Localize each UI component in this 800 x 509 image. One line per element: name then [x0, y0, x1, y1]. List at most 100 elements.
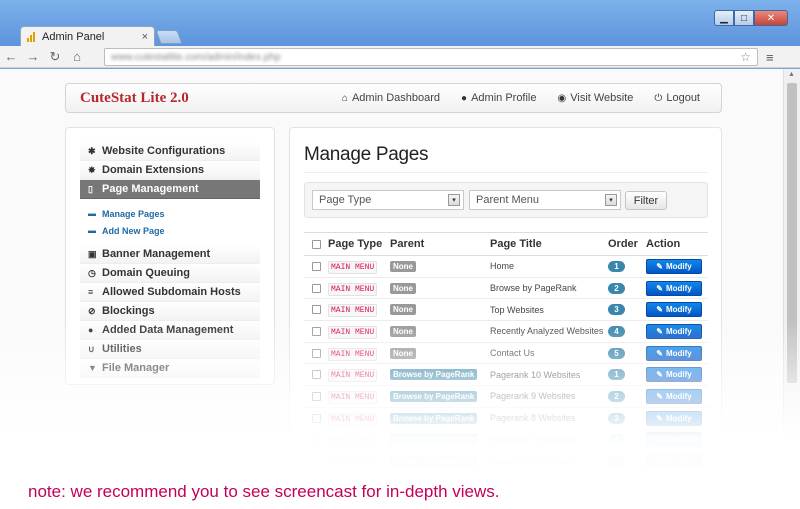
header-order[interactable]: Order [608, 238, 646, 250]
row-checkbox[interactable] [311, 305, 321, 315]
order-badge: 3 [608, 304, 625, 316]
tab-close-icon[interactable]: × [142, 31, 148, 43]
home-icon[interactable]: ⌂ [66, 49, 88, 64]
sidebar-item-added-data-management[interactable]: ● Added Data Management [80, 321, 260, 340]
forward-icon[interactable]: → [22, 49, 44, 64]
sidebar-item-file-manager[interactable]: ▼ File Manager [80, 359, 260, 378]
order-badge: 2 [608, 282, 625, 294]
sidebar-item-blockings[interactable]: ⊘ Blockings [80, 302, 260, 321]
edit-icon: ✎ [656, 283, 663, 293]
scroll-down-icon[interactable]: ▼ [788, 497, 795, 504]
modify-button[interactable]: ✎ Modify [646, 432, 702, 448]
title-bar: Admin Panel × ▁ □ ✕ [0, 0, 800, 46]
nav-admin-dashboard[interactable]: ⌂ Admin Dashboard [342, 92, 440, 104]
vertical-scrollbar[interactable]: ▲ ▼ [783, 69, 800, 509]
sidebar-item-label: Utilities [102, 343, 142, 355]
table-row: MAIN MENU None Top Websites 3 ✎ Modify [304, 299, 708, 322]
reload-icon[interactable]: ↻ [44, 49, 66, 65]
close-window-button[interactable]: ✕ [754, 10, 788, 26]
modify-button[interactable]: ✎ Modify [646, 323, 702, 339]
page-type-code: MAIN MENU [328, 347, 378, 361]
scroll-up-icon[interactable]: ▲ [788, 71, 795, 78]
nav-visit-website[interactable]: ◉ Visit Website [558, 92, 634, 104]
back-icon[interactable]: ← [0, 49, 22, 64]
row-checkbox[interactable] [311, 348, 321, 358]
modify-button[interactable]: ✎ Modify [646, 388, 702, 404]
sidebar-item-label: Domain Queuing [102, 267, 190, 279]
browser-menu-icon[interactable]: ≡ [766, 50, 774, 65]
sidebar-item-banner-management[interactable]: ▣ Banner Management [80, 245, 260, 264]
sidebar-item-page-management[interactable]: ▯ Page Management [80, 180, 260, 199]
modify-button[interactable]: ✎ Modify [646, 345, 702, 361]
sidebar-item-label: Added Data Management [102, 324, 234, 336]
new-tab-button[interactable] [155, 30, 183, 44]
sidebar-item-domain-queuing[interactable]: ◷ Domain Queuing [80, 264, 260, 283]
edit-icon: ✎ [656, 370, 663, 380]
row-action-cell: ✎ Modify [646, 432, 708, 448]
maximize-button[interactable]: □ [734, 10, 754, 26]
row-checkbox[interactable] [311, 370, 321, 380]
scrollbar-thumb[interactable] [787, 83, 797, 383]
parent-label: Browse by PageRank [390, 412, 478, 424]
row-order-cell: 2 [608, 282, 646, 294]
modify-button[interactable]: ✎ Modify [646, 410, 702, 426]
bookmark-star-icon[interactable]: ☆ [740, 50, 751, 64]
row-checkbox[interactable] [311, 413, 321, 423]
row-checkbox[interactable] [311, 435, 321, 445]
modify-button[interactable]: ✎ Modify [646, 454, 702, 470]
order-badge: 1 [608, 260, 625, 272]
brand-logo[interactable]: CuteStat Lite 2.0 [66, 90, 342, 107]
row-checkbox[interactable] [311, 326, 321, 336]
header-page-title[interactable]: Page Title [490, 238, 608, 250]
select-all-checkbox[interactable] [311, 239, 321, 249]
modify-button[interactable]: ✎ Modify [646, 367, 702, 383]
nav-logout[interactable]: ⏻ Logout [654, 92, 700, 104]
address-bar[interactable]: www.cutestatlite.com/admin/index.php ☆ [104, 48, 758, 66]
modify-button[interactable]: ✎ Modify [646, 258, 702, 274]
header-parent[interactable]: Parent [390, 238, 490, 250]
minimize-button[interactable]: ▁ [714, 10, 734, 26]
row-checkbox[interactable] [311, 283, 321, 293]
subnav-add-new-page[interactable]: ▬ Add New Page [80, 222, 260, 239]
nav-admin-profile[interactable]: ● Admin Profile [461, 92, 536, 104]
page-type-select[interactable]: Page Type ▾ [312, 190, 464, 210]
parent-menu-select[interactable]: Parent Menu ▾ [469, 190, 621, 210]
browser-tab[interactable]: Admin Panel × [20, 26, 155, 46]
row-page-title: Contact Us [490, 348, 535, 359]
main-panel: Manage Pages Page Type ▾ Parent Menu ▾ F… [289, 127, 722, 509]
sidebar-item-website-configurations[interactable]: ✱ Website Configurations [80, 142, 260, 161]
sidebar-item-label: Page Management [102, 183, 199, 195]
row-action-cell: ✎ Modify [646, 258, 708, 274]
row-check-cell [304, 261, 328, 271]
edit-icon: ✎ [656, 413, 663, 423]
sidebar-item-utilities[interactable]: ∪ Utilities [80, 340, 260, 359]
row-page-type-cell: MAIN MENU [328, 369, 390, 383]
row-check-cell [304, 413, 328, 423]
table-row: MAIN MENU None Recently Analyzed Websites 4… [304, 321, 708, 343]
header-page-type[interactable]: Page Type [328, 238, 390, 250]
row-checkbox[interactable] [311, 391, 321, 401]
row-action-cell: ✎ Modify [646, 345, 708, 361]
table-body: MAIN MENU None Home 1 ✎ Modify MAIN MENU None Br… [304, 256, 708, 473]
order-badge: 1 [608, 369, 625, 381]
page-type-code: MAIN MENU [328, 260, 378, 274]
order-badge: 4 [608, 434, 625, 446]
row-check-cell [304, 435, 328, 445]
modify-label: Modify [665, 348, 692, 358]
modify-button[interactable]: ✎ Modify [646, 280, 702, 296]
note-text: we recommend you to see screencast for i… [65, 482, 500, 501]
page-viewport: CuteStat Lite 2.0 ⌂ Admin Dashboard ● Ad… [0, 69, 783, 509]
filter-button[interactable]: Filter [625, 191, 667, 210]
sidebar-item-domain-extensions[interactable]: ✸ Domain Extensions [80, 161, 260, 180]
modify-button[interactable]: ✎ Modify [646, 302, 702, 318]
row-checkbox[interactable] [311, 261, 321, 271]
edit-icon: ✎ [656, 435, 663, 445]
sidebar-item-label: Allowed Subdomain Hosts [102, 286, 241, 298]
row-action-cell: ✎ Modify [646, 302, 708, 318]
row-checkbox[interactable] [311, 457, 321, 467]
select-all-cell [304, 239, 328, 249]
row-action-cell: ✎ Modify [646, 323, 708, 339]
sidebar-item-allowed-subdomain-hosts[interactable]: ≡ Allowed Subdomain Hosts [80, 283, 260, 302]
power-icon: ⏻ [654, 92, 663, 104]
subnav-manage-pages[interactable]: ▬ Manage Pages [80, 205, 260, 222]
